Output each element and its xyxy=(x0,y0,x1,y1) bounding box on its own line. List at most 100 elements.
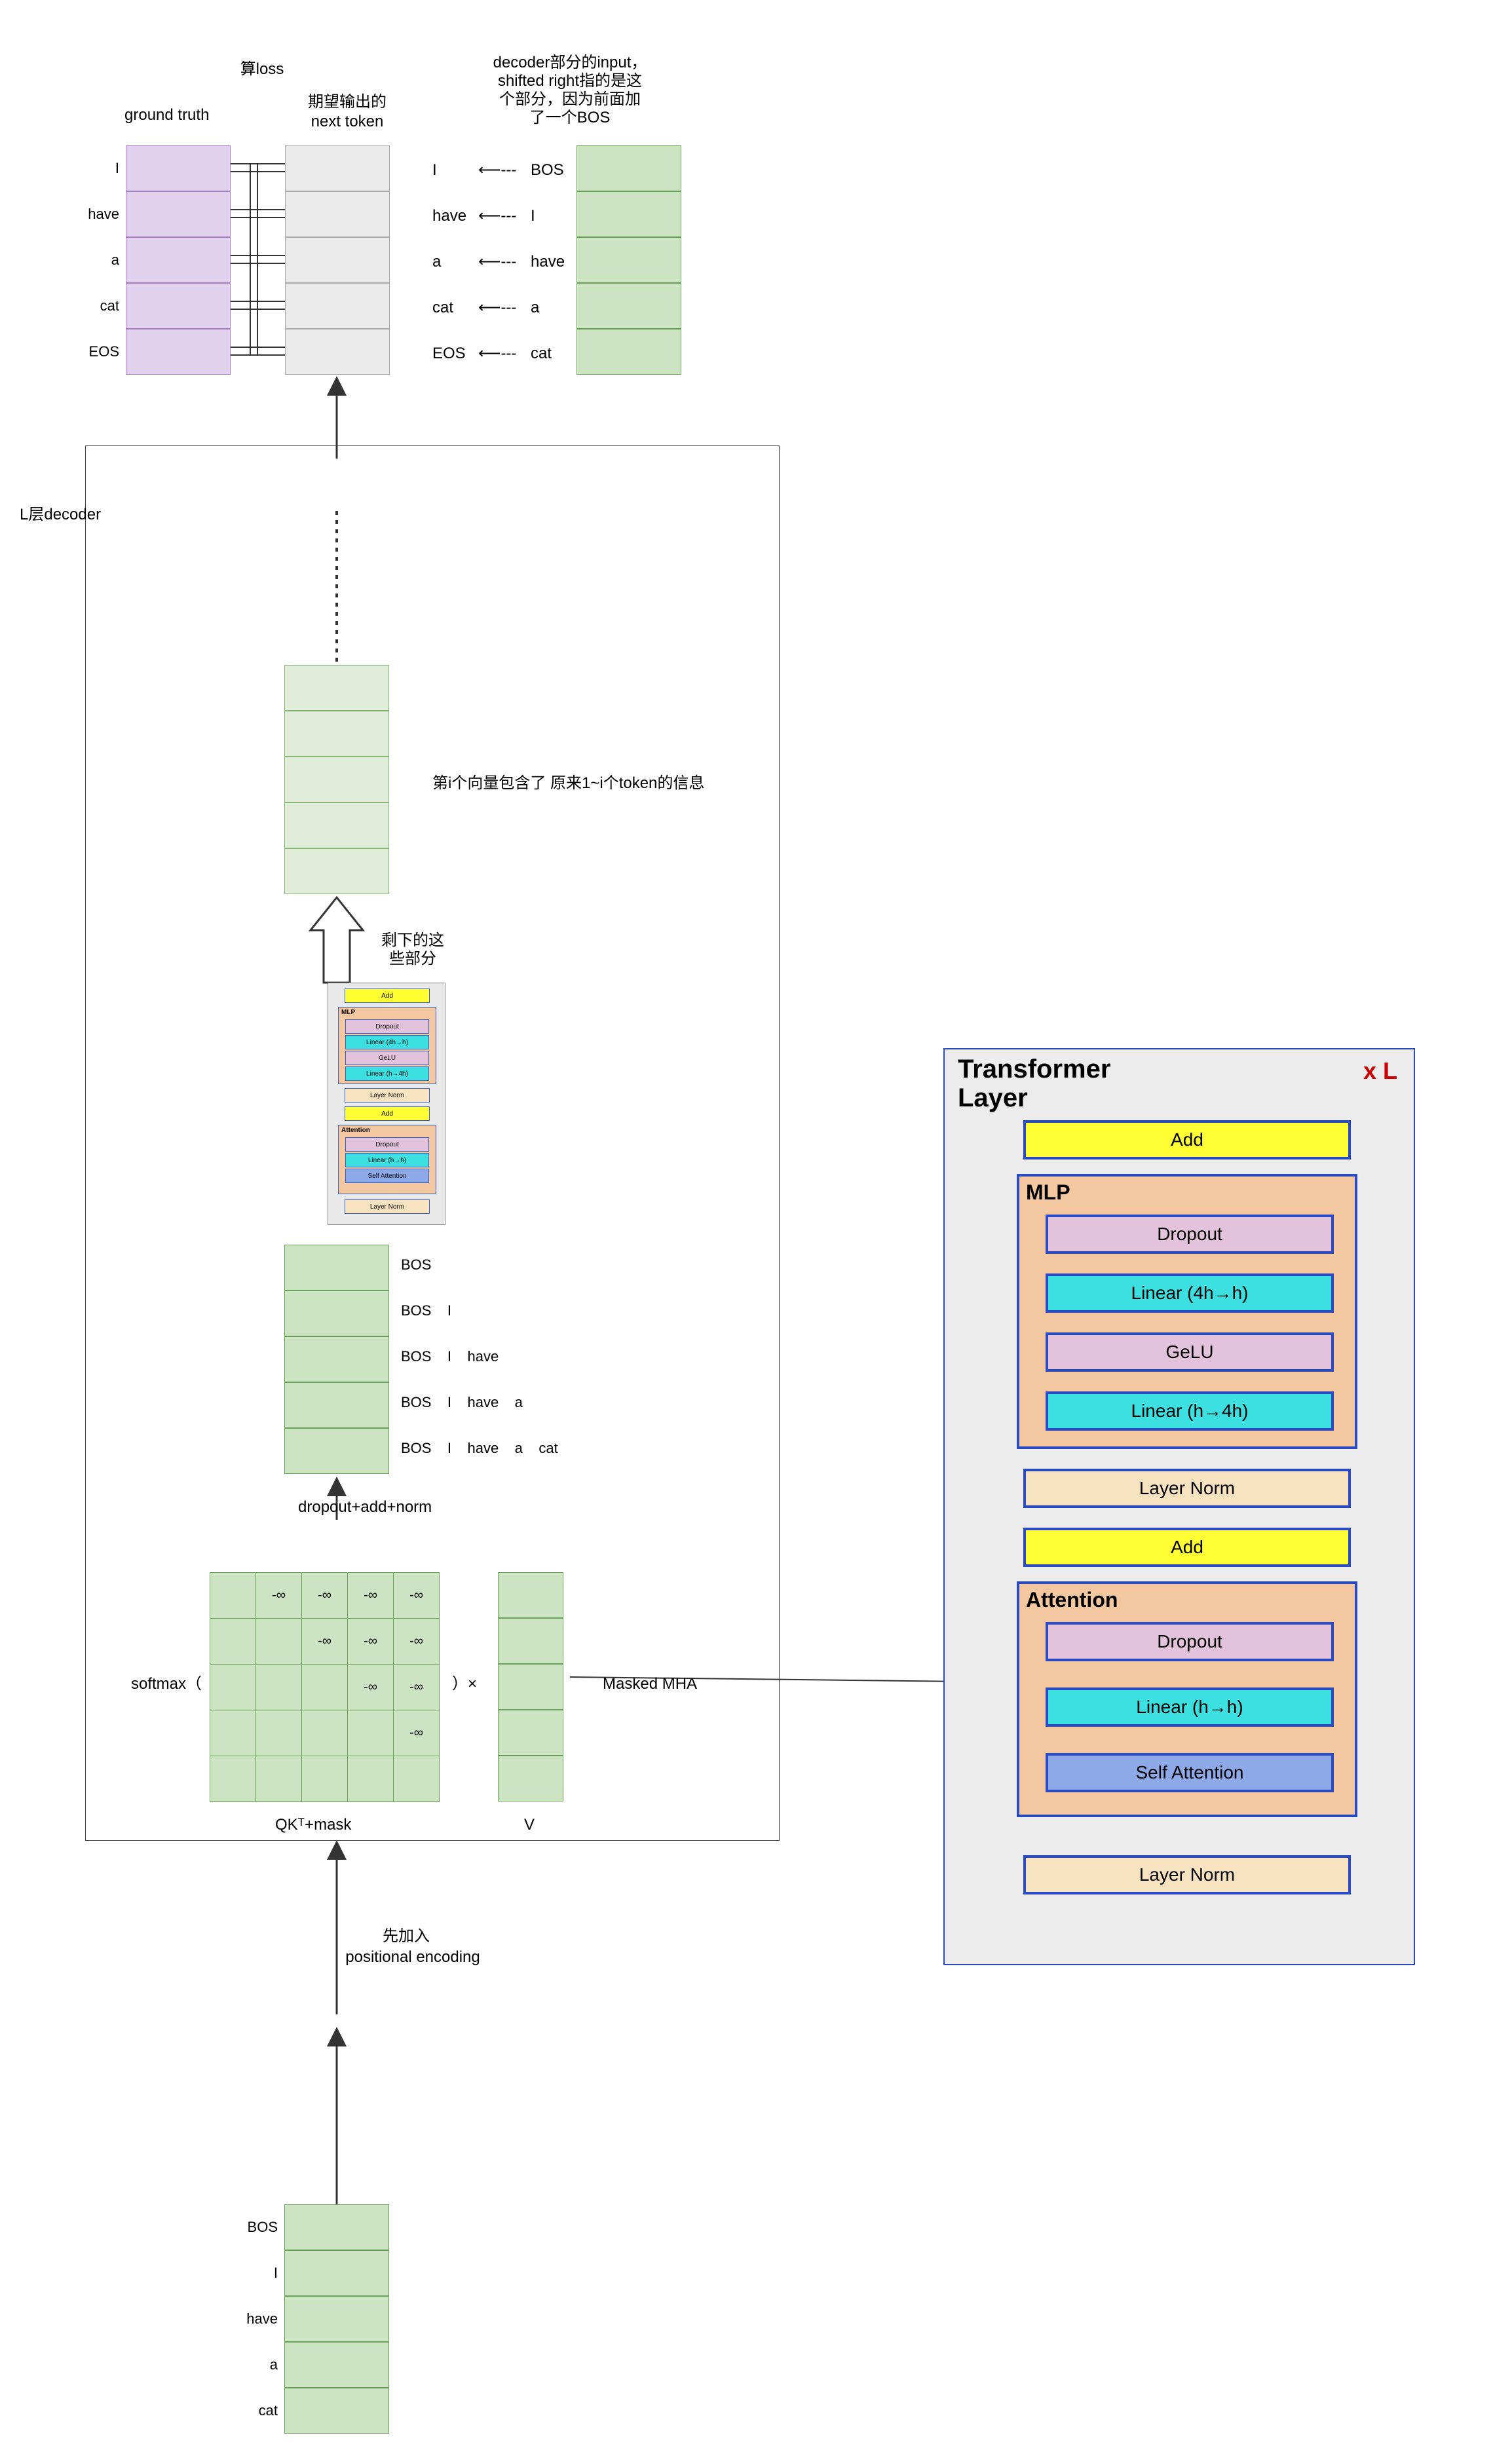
arrow-4: ⟵--- xyxy=(478,297,516,318)
out-label-3: cat xyxy=(432,297,453,318)
label-decoder-note-2: shifted right指的是这 xyxy=(472,71,668,91)
thumb-mlp-label: MLP xyxy=(341,1009,355,1016)
label-expected-2: next token xyxy=(295,111,400,132)
cell xyxy=(284,1245,389,1291)
bosrow4: BOS I have a cat xyxy=(401,1440,558,1457)
out-label-1: have xyxy=(432,206,466,226)
tf-add-top: Add xyxy=(1023,1120,1351,1159)
label-vec-note: 第i个向量包含了 原来1~i个token的信息 xyxy=(432,773,704,793)
thumb-transformer-layer: Add MLP Dropout Linear (4h→h) GeLU Linea… xyxy=(328,983,445,1225)
tf-dropout-2: Dropout xyxy=(1046,1622,1334,1661)
cell xyxy=(284,1382,389,1428)
label-masked-mha: Masked MHA xyxy=(603,1674,697,1694)
matrix-qkt-mask: -∞-∞-∞-∞ -∞-∞-∞ -∞-∞ -∞ xyxy=(210,1572,440,1802)
thumb-add2: Add xyxy=(345,1106,430,1121)
tf-lin-4h-h: Linear (4h→h) xyxy=(1046,1273,1334,1313)
shift-label-0: BOS xyxy=(531,160,564,180)
cell xyxy=(285,237,390,283)
label-decoder-note-3: 个部分，因为前面加 xyxy=(472,89,668,109)
stack-layer-output xyxy=(284,665,389,894)
label-expected-1: 期望输出的 xyxy=(295,92,400,112)
cell xyxy=(284,1428,389,1474)
label-pe2: positional encoding xyxy=(328,1947,498,1967)
bosrow2: BOS I have xyxy=(401,1348,499,1365)
cell: have xyxy=(126,191,231,237)
transformer-layer-box: Transformer Layer x L Add MLP Dropout Li… xyxy=(943,1048,1415,1965)
label-close-times: ）× xyxy=(452,1674,477,1694)
cell xyxy=(576,237,681,283)
tf-self-attention: Self Attention xyxy=(1046,1753,1334,1792)
cell xyxy=(284,802,389,848)
out-label-4: EOS xyxy=(432,343,466,364)
bosrow0: BOS xyxy=(401,1256,431,1273)
label-loss: 算loss xyxy=(229,59,295,79)
tf-dropout-1: Dropout xyxy=(1046,1215,1334,1254)
thumb-dropout: Dropout xyxy=(345,1019,429,1034)
cell xyxy=(498,1618,563,1664)
stack-shifted-input xyxy=(576,145,681,375)
tf-title-2: Layer xyxy=(958,1084,1028,1113)
arrow-2: ⟵--- xyxy=(478,206,516,226)
stack-bos-rows xyxy=(284,1245,389,1474)
thumb-lin3: Linear (h→h) xyxy=(345,1153,429,1167)
label-l-decoder: L层decoder xyxy=(20,504,101,525)
cell xyxy=(576,191,681,237)
cell xyxy=(285,283,390,329)
cell xyxy=(498,1572,563,1618)
shift-label-1: I xyxy=(531,206,535,226)
thumb-ln2: Layer Norm xyxy=(345,1199,430,1214)
cell: a xyxy=(284,2342,389,2388)
cell: have xyxy=(284,2296,389,2342)
stack-v xyxy=(498,1572,563,1801)
tf-xl: x L xyxy=(1363,1057,1397,1085)
cell xyxy=(284,757,389,802)
cell xyxy=(284,1336,389,1382)
cell xyxy=(498,1710,563,1756)
label-ground-truth: ground truth xyxy=(124,105,209,125)
cell xyxy=(284,848,389,894)
thumb-ln1: Layer Norm xyxy=(345,1088,430,1102)
bosrow3: BOS I have a xyxy=(401,1394,523,1411)
tf-gelu: GeLU xyxy=(1046,1332,1334,1372)
arrow-5: ⟵--- xyxy=(478,343,516,364)
cell xyxy=(284,665,389,711)
label-decoder-note-4: 了一个BOS xyxy=(472,107,668,128)
tf-add-mid: Add xyxy=(1023,1528,1351,1567)
shift-label-3: a xyxy=(531,297,539,318)
tf-mlp-label: MLP xyxy=(1026,1180,1070,1205)
cell xyxy=(498,1756,563,1801)
cell: cat xyxy=(126,283,231,329)
label-decoder-note-1: decoder部分的input， xyxy=(472,52,668,73)
cell: BOS xyxy=(284,2204,389,2250)
cell xyxy=(576,283,681,329)
shift-label-2: have xyxy=(531,252,565,272)
thumb-sa: Self Attention xyxy=(345,1169,429,1183)
tf-lin-hh: Linear (h→h) xyxy=(1046,1687,1334,1727)
thumb-gelu: GeLU xyxy=(345,1051,429,1065)
cell xyxy=(285,329,390,375)
label-v: V xyxy=(524,1815,535,1835)
tf-ln-upper: Layer Norm xyxy=(1023,1469,1351,1508)
cell xyxy=(576,329,681,375)
label-softmax: softmax（ xyxy=(131,1674,202,1694)
out-label-0: I xyxy=(432,160,437,180)
thumb-drop2: Dropout xyxy=(345,1137,429,1152)
bosrow1: BOS I xyxy=(401,1302,451,1319)
cell: cat xyxy=(284,2388,389,2434)
tf-lin-h-4h: Linear (h→4h) xyxy=(1046,1391,1334,1431)
tf-attn-block: Attention Dropout Linear (h→h) Self Atte… xyxy=(1017,1581,1357,1817)
cell xyxy=(285,145,390,191)
shift-label-4: cat xyxy=(531,343,552,364)
cell: EOS xyxy=(126,329,231,375)
label-remain-1: 剩下的这 xyxy=(367,930,459,951)
arrow-1: ⟵--- xyxy=(478,160,516,180)
thumb-lin1: Linear (4h→h) xyxy=(345,1035,429,1049)
tf-title-1: Transformer xyxy=(958,1055,1110,1084)
cell: a xyxy=(126,237,231,283)
label-dropout-add-norm: dropout+add+norm xyxy=(298,1497,432,1517)
cell xyxy=(498,1664,563,1710)
cell xyxy=(284,711,389,757)
stack-ground-truth: I have a cat EOS xyxy=(126,145,231,375)
thumb-add: Add xyxy=(345,989,430,1003)
arrow-3: ⟵--- xyxy=(478,252,516,272)
